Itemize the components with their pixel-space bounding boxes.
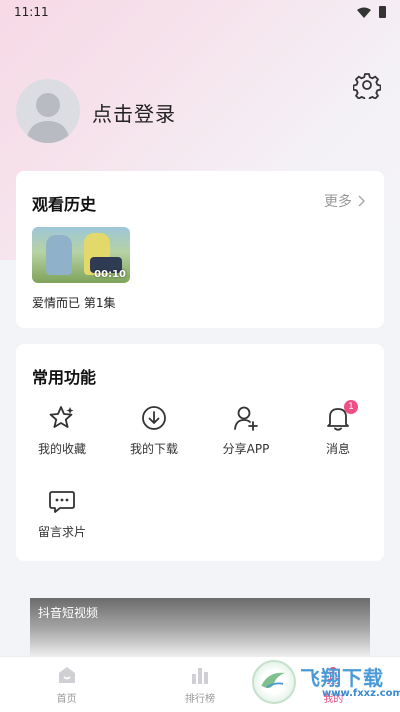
feature-label: 留言求片 [37,525,86,539]
features-title: 常用功能 [32,368,97,387]
feature-favorites[interactable]: 我的收藏 [16,404,108,457]
promo-banner[interactable]: 抖音短视频 [30,598,370,656]
site-watermark: 飞翔下载 www.fxxz.com [252,660,400,706]
tab-ranking[interactable]: 排行榜 [133,657,266,712]
avatar[interactable] [16,79,80,143]
thumbnail-figure [46,235,72,275]
feature-label: 消息 [325,442,350,456]
tab-home[interactable]: 首页 [0,657,133,712]
banner-text: 抖音短视频 [38,606,99,620]
history-thumbnail[interactable]: 00:10 [32,227,130,283]
feature-request-film[interactable]: 留言求片 [16,487,108,540]
status-bar: 11:11 [0,0,400,24]
tab-label: 首页 [56,694,77,705]
ranking-icon [191,668,208,684]
history-title: 观看历史 [32,195,97,214]
status-icons [357,6,386,18]
download-icon [142,406,166,430]
unread-badge: 1 [344,400,358,414]
login-prompt[interactable]: 点击登录 [92,98,176,127]
default-user-icon [26,93,70,143]
more-label: 更多 [324,194,352,210]
tab-label: 排行榜 [184,694,215,705]
history-more-link[interactable]: 更多 [324,191,366,211]
wifi-icon [357,7,371,18]
watermark-logo-icon [252,660,296,704]
feature-downloads[interactable]: 我的下载 [108,404,200,457]
chevron-right-icon [358,195,366,207]
watermark-url: www.fxxz.com [322,688,400,699]
feature-label: 我的下载 [129,442,178,456]
watermark-title: 飞翔下载 [300,666,384,690]
feature-share-app[interactable]: 分享APP [200,404,292,457]
settings-gear-icon[interactable] [353,71,381,99]
star-icon [49,406,74,428]
feature-label: 分享APP [222,442,270,456]
bird-icon [261,672,285,689]
share-user-icon [234,406,258,431]
video-duration: 00:10 [94,269,126,280]
common-features-card: 常用功能 我的收藏 我的下载 分享APP 1 消息 留言求片 [16,344,384,561]
watch-history-card: 观看历史 更多 00:10 爱情而已 第1集 [16,171,384,328]
home-icon [58,667,75,683]
battery-icon [379,6,386,18]
history-item-title[interactable]: 爱情而已 第1集 [32,294,115,311]
message-icon [49,491,75,513]
status-time: 11:11 [14,5,49,19]
feature-label: 我的收藏 [37,442,86,456]
feature-messages[interactable]: 1 消息 [292,400,384,457]
